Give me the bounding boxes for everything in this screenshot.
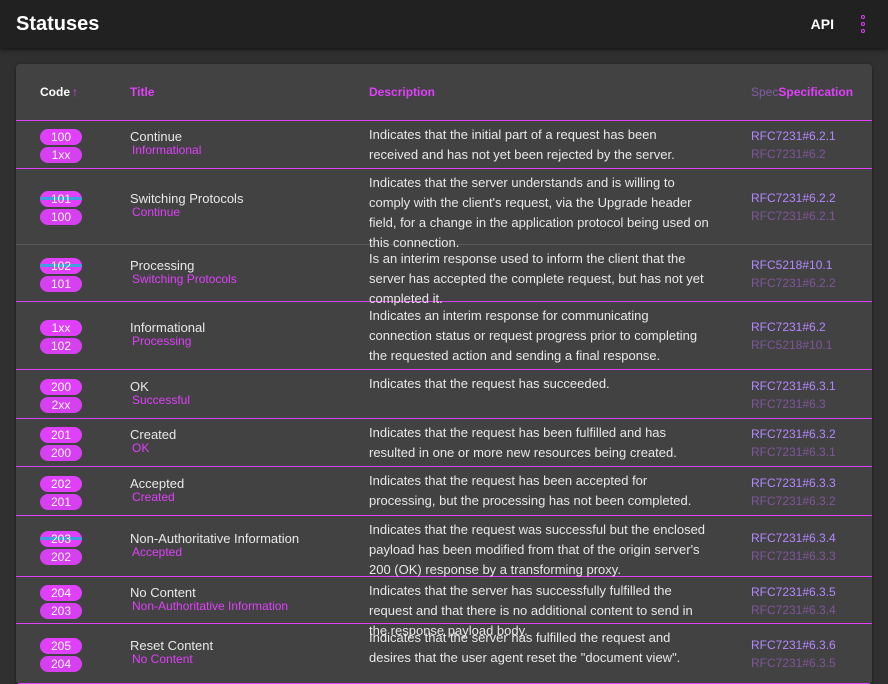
specification-link-ghost: RFC7231#6.3 bbox=[751, 397, 826, 411]
status-code-badge[interactable]: 100 bbox=[40, 129, 82, 145]
column-header-specification[interactable]: SpecSpecification bbox=[751, 85, 853, 99]
specification-link[interactable]: RFC7231#6.3.2 bbox=[751, 427, 836, 441]
page-title: Statuses bbox=[16, 12, 100, 35]
status-code-badge[interactable]: 201 bbox=[40, 427, 82, 443]
specification-link-ghost: RFC7231#6.3.2 bbox=[751, 494, 836, 508]
status-title: Reset Content bbox=[130, 638, 214, 653]
specification-link[interactable]: RFC7231#6.2.1 bbox=[751, 129, 836, 143]
column-header-title[interactable]: Title bbox=[130, 85, 154, 99]
status-code-badge-ghost: 200 bbox=[40, 445, 82, 461]
table-row[interactable]: 1xx 102 Informational Processing Indicat… bbox=[16, 302, 872, 370]
specification-link-ghost: RFC7231#6.2.2 bbox=[751, 276, 836, 290]
status-code-badge-ghost: 100 bbox=[40, 209, 82, 225]
status-title: Created bbox=[130, 427, 177, 442]
column-header-code[interactable]: Code ↑ bbox=[40, 85, 78, 99]
status-description: Indicates that the initial part of a req… bbox=[369, 127, 675, 162]
status-description: Indicates that the server has fulfilled … bbox=[369, 630, 681, 665]
status-description: Indicates that the request has been fulf… bbox=[369, 425, 677, 460]
status-title: Continue bbox=[130, 129, 183, 144]
specification-link[interactable]: RFC7231#6.3.1 bbox=[751, 379, 836, 393]
more-vert-icon[interactable] bbox=[860, 15, 866, 33]
status-title: Processing bbox=[130, 258, 195, 273]
table-row[interactable]: 205 204 Reset Content No Content Indicat… bbox=[16, 624, 872, 684]
status-title-ghost: No Content bbox=[132, 652, 193, 666]
status-title-ghost: Processing bbox=[132, 334, 192, 348]
specification-link[interactable]: RFC7231#6.2 bbox=[751, 320, 826, 334]
statuses-table: Code ↑ Title Description SpecSpecificatio… bbox=[16, 64, 872, 684]
specification-link-ghost: RFC5218#10.1 bbox=[751, 338, 833, 352]
specification-link[interactable]: RFC5218#10.1 bbox=[751, 258, 832, 272]
status-code-badge-ghost: 201 bbox=[40, 494, 82, 510]
status-title-ghost: OK bbox=[132, 441, 150, 455]
app-bar: Statuses API bbox=[0, 0, 888, 48]
sort-arrow-icon[interactable]: ↑ bbox=[72, 85, 78, 99]
status-description: Indicates that the request has succeeded… bbox=[369, 376, 610, 391]
table-row[interactable]: 203 202 Non-Authoritative Information Ac… bbox=[16, 516, 872, 577]
status-description: Indicates that the server understands an… bbox=[369, 175, 709, 250]
column-header-description[interactable]: Description bbox=[369, 85, 435, 99]
specification-link-ghost: RFC7231#6.2 bbox=[751, 147, 826, 161]
table-row[interactable]: 102 101 Processing Switching Protocols I… bbox=[16, 245, 872, 306]
status-code-badge-ghost: 101 bbox=[40, 276, 82, 292]
status-title-ghost: Informational bbox=[132, 143, 202, 157]
status-code-badge[interactable]: 101 bbox=[40, 191, 82, 207]
table-row[interactable]: 200 2xx OK Successful Indicates that the… bbox=[16, 370, 872, 419]
status-code-badge-ghost: 203 bbox=[40, 603, 82, 619]
status-title-ghost: Non-Authoritative Information bbox=[132, 599, 289, 613]
table-row[interactable]: 100 1xx Continue Informational Indicates… bbox=[16, 121, 872, 169]
status-description: Is an interim response used to inform th… bbox=[369, 251, 704, 306]
status-code-badge[interactable]: 203 bbox=[40, 531, 82, 547]
table-row[interactable]: 202 201 Accepted Created Indicates that … bbox=[16, 467, 872, 516]
status-code-badge[interactable]: 1xx bbox=[40, 320, 82, 336]
status-title: Non-Authoritative Information bbox=[130, 531, 300, 546]
status-code-badge-ghost: 1xx bbox=[40, 147, 82, 163]
status-code-badge-ghost: 202 bbox=[40, 549, 82, 565]
status-code-badge[interactable]: 200 bbox=[40, 379, 82, 395]
specification-link-ghost: RFC7231#6.3.1 bbox=[751, 445, 836, 459]
table-row[interactable]: 101 100 Switching Protocols Continue Ind… bbox=[16, 169, 872, 250]
specification-link[interactable]: RFC7231#6.2.2 bbox=[751, 191, 836, 205]
table-header: Code ↑ Title Description SpecSpecificatio… bbox=[16, 64, 872, 121]
status-code-badge-ghost: 204 bbox=[40, 656, 82, 672]
status-title: Informational bbox=[130, 320, 206, 335]
status-code-badge-ghost: 102 bbox=[40, 338, 82, 354]
status-title-ghost: Continue bbox=[132, 205, 181, 219]
status-description: Indicates that the request was successfu… bbox=[369, 522, 706, 577]
status-code-badge-ghost: 2xx bbox=[40, 397, 82, 413]
status-code-badge[interactable]: 102 bbox=[40, 258, 82, 274]
specification-link[interactable]: RFC7231#6.3.6 bbox=[751, 638, 836, 652]
status-code-badge[interactable]: 205 bbox=[40, 638, 82, 654]
status-code-badge[interactable]: 202 bbox=[40, 476, 82, 492]
status-title: Accepted bbox=[130, 476, 185, 491]
specification-link[interactable]: RFC7231#6.3.5 bbox=[751, 585, 836, 599]
specification-link-ghost: RFC7231#6.3.3 bbox=[751, 549, 836, 563]
specification-link-ghost: RFC7231#6.3.4 bbox=[751, 603, 836, 617]
status-title: OK bbox=[130, 379, 149, 394]
specification-link-ghost: RFC7231#6.3.5 bbox=[751, 656, 836, 670]
status-title-ghost: Accepted bbox=[132, 545, 183, 559]
specification-link-ghost: RFC7231#6.2.1 bbox=[751, 209, 836, 223]
table-row[interactable]: 204 203 No Content Non-Authoritative Inf… bbox=[16, 577, 872, 638]
status-code-badge[interactable]: 204 bbox=[40, 585, 82, 601]
status-title-ghost: Created bbox=[132, 490, 175, 504]
table-row[interactable]: 201 200 Created OK Indicates that the re… bbox=[16, 419, 872, 467]
status-title: Switching Protocols bbox=[130, 191, 244, 206]
status-title-ghost: Switching Protocols bbox=[132, 272, 237, 286]
status-description: Indicates an interim response for commun… bbox=[369, 308, 698, 363]
specification-link[interactable]: RFC7231#6.3.3 bbox=[751, 476, 836, 490]
specification-link[interactable]: RFC7231#6.3.4 bbox=[751, 531, 836, 545]
status-description: Indicates that the request has been acce… bbox=[369, 473, 692, 508]
status-title: No Content bbox=[130, 585, 196, 600]
api-button[interactable]: API bbox=[811, 16, 834, 32]
status-title-ghost: Successful bbox=[132, 393, 191, 407]
